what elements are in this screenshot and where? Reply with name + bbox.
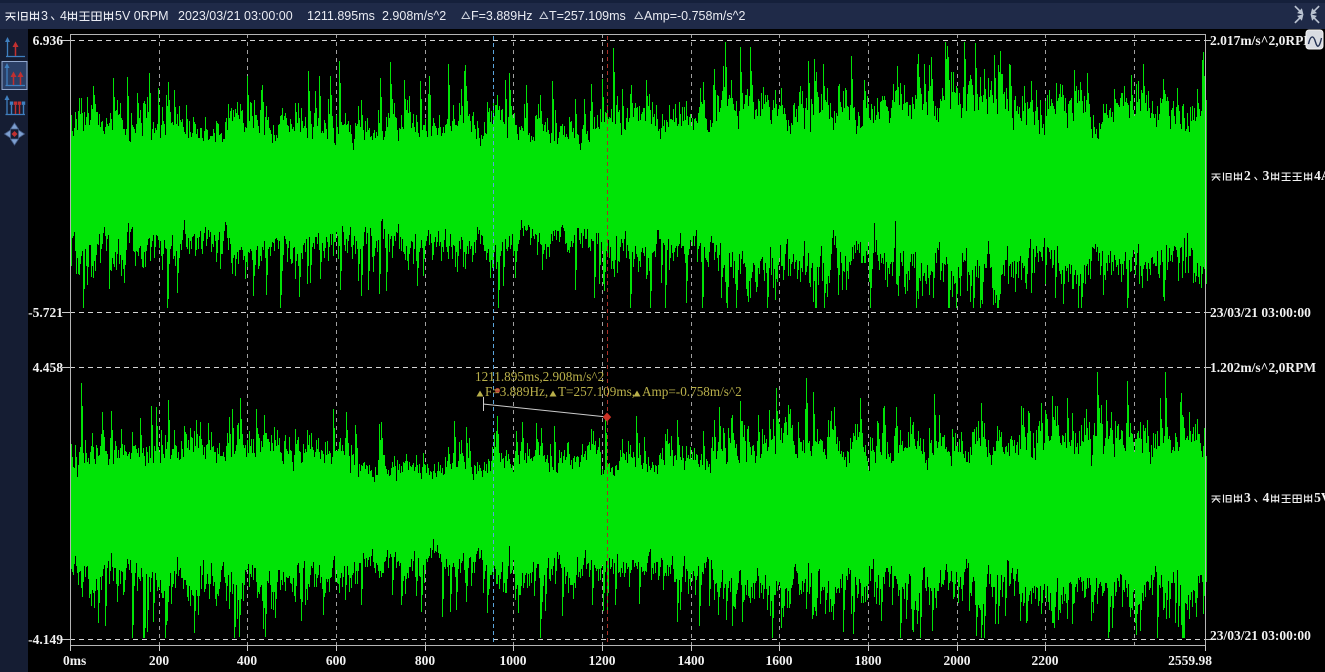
svg-text:4: 4 <box>1263 490 1270 505</box>
svg-text:2.908m/s^2: 2.908m/s^2 <box>382 9 446 23</box>
svg-text:-5.721: -5.721 <box>28 305 63 320</box>
svg-text:3: 3 <box>1244 490 1251 505</box>
svg-text:400: 400 <box>237 653 258 668</box>
svg-text:1400: 1400 <box>678 653 705 668</box>
svg-text:200: 200 <box>149 653 170 668</box>
svg-text:T=257.109ms: T=257.109ms <box>549 9 626 23</box>
svg-text:4A: 4A <box>1314 168 1325 183</box>
svg-text:23/03/21 03:00:00: 23/03/21 03:00:00 <box>1210 628 1311 643</box>
svg-text:2: 2 <box>1244 168 1251 183</box>
svg-text:4: 4 <box>60 9 67 23</box>
svg-text:2559.98: 2559.98 <box>1168 653 1212 668</box>
svg-text:1200: 1200 <box>589 653 616 668</box>
svg-text:1600: 1600 <box>766 653 793 668</box>
svg-text:Amp=-0.758m/s^2: Amp=-0.758m/s^2 <box>642 384 742 399</box>
svg-text:Amp=-0.758m/s^2: Amp=-0.758m/s^2 <box>644 9 745 23</box>
svg-text:1800: 1800 <box>855 653 882 668</box>
svg-text:3: 3 <box>1263 168 1270 183</box>
svg-text:4.458: 4.458 <box>33 360 64 375</box>
svg-text:F=3.889Hz,: F=3.889Hz, <box>485 384 548 399</box>
svg-text:F=3.889Hz: F=3.889Hz <box>471 9 533 23</box>
svg-text:5V: 5V <box>1314 490 1325 505</box>
svg-text:5V 0RPM: 5V 0RPM <box>115 9 169 23</box>
svg-text:1211.895ms,2.908m/s^2: 1211.895ms,2.908m/s^2 <box>475 369 604 384</box>
svg-text:-4.149: -4.149 <box>28 632 63 647</box>
svg-text:800: 800 <box>415 653 436 668</box>
svg-text:1000: 1000 <box>500 653 527 668</box>
svg-text:3: 3 <box>41 9 48 23</box>
svg-text:6.936: 6.936 <box>33 33 64 48</box>
svg-text:1.202m/s^2,0RPM: 1.202m/s^2,0RPM <box>1210 360 1316 375</box>
svg-text:0ms: 0ms <box>63 653 86 668</box>
svg-text:600: 600 <box>326 653 347 668</box>
svg-text:2023/03/21 03:00:00: 2023/03/21 03:00:00 <box>178 9 293 23</box>
svg-text:2.017m/s^2,0RPM: 2.017m/s^2,0RPM <box>1210 33 1316 48</box>
svg-text:23/03/21 03:00:00: 23/03/21 03:00:00 <box>1210 305 1311 320</box>
svg-text:1211.895ms: 1211.895ms <box>307 9 375 23</box>
svg-text:2000: 2000 <box>944 653 971 668</box>
svg-text:T=257.109ms,: T=257.109ms, <box>558 384 635 399</box>
svg-text:2200: 2200 <box>1032 653 1059 668</box>
